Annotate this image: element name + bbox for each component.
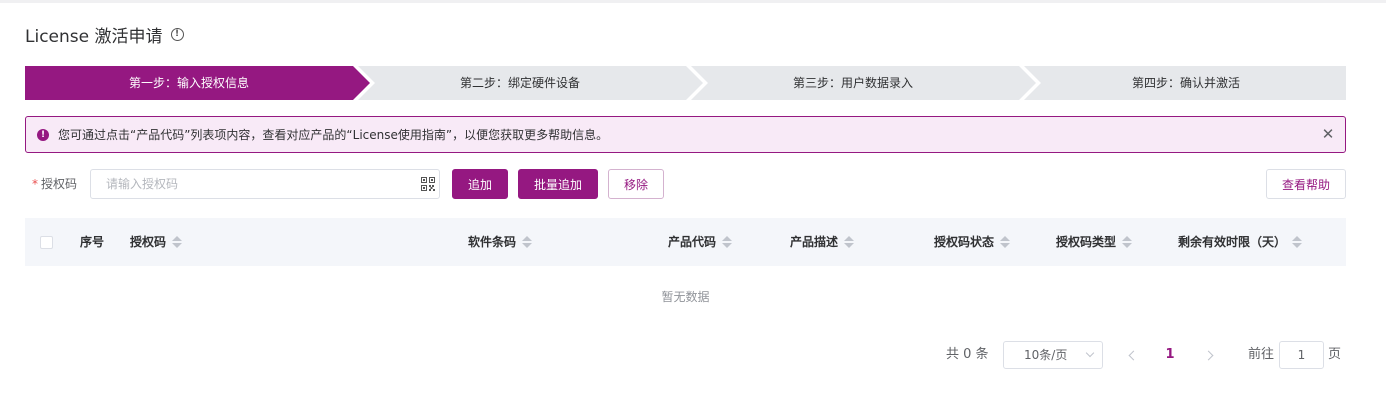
sort-icon[interactable] (722, 236, 733, 248)
required-mark: * (32, 177, 38, 191)
table-empty-text: 暂无数据 (25, 266, 1346, 328)
step-progress-bar: 第一步：输入授权信息 第二步：绑定硬件设备 第三步：用户数据录入 第四步：确认并… (25, 66, 1346, 100)
col-remaining-days-label: 剩余有效时限（天） (1178, 235, 1287, 249)
top-divider (0, 0, 1386, 3)
col-index-label: 序号 (80, 235, 105, 249)
prev-page-button[interactable] (1122, 341, 1142, 369)
close-icon[interactable]: ✕ (1320, 126, 1336, 142)
step-2: 第二步：绑定硬件设备 (459, 76, 580, 90)
exclamation-circle-icon: ! (37, 128, 49, 141)
col-product-code[interactable]: 产品代码 (668, 218, 733, 266)
qr-code-icon[interactable] (421, 177, 435, 191)
col-product-code-label: 产品代码 (668, 235, 717, 249)
page-title-text: License 激活申请 (25, 26, 163, 47)
goto-label: 前往 (1248, 347, 1275, 362)
col-index: 序号 (80, 218, 104, 266)
col-software-barcode[interactable]: 软件条码 (468, 218, 533, 266)
col-auth-type-label: 授权码类型 (1056, 235, 1117, 249)
chevron-left-icon (1128, 350, 1139, 360)
col-auth-code-label: 授权码 (130, 235, 167, 249)
goto-page-input[interactable] (1279, 341, 1324, 369)
page-title: License 激活申请 ! (25, 22, 184, 47)
col-auth-type[interactable]: 授权码类型 (1056, 218, 1133, 266)
page-size-value: 10条/页 (1024, 348, 1068, 362)
sort-icon[interactable] (1000, 236, 1011, 248)
select-all-checkbox[interactable] (40, 236, 53, 249)
info-circle-icon[interactable]: ! (170, 27, 184, 41)
remove-button[interactable]: 移除 (608, 169, 664, 199)
add-button[interactable]: 追加 (452, 169, 508, 199)
batch-add-button[interactable]: 批量追加 (518, 169, 598, 199)
step-3: 第三步：用户数据录入 (792, 76, 913, 90)
sort-icon[interactable] (844, 236, 855, 248)
sort-icon[interactable] (522, 236, 533, 248)
pagination-total: 共 0 条 (946, 347, 989, 362)
col-product-desc[interactable]: 产品描述 (790, 218, 855, 266)
auth-code-table: 序号 授权码 软件条码 产品代码 产品描述 授权码状态 授权码类型 剩余有效时限… (25, 218, 1346, 328)
sort-icon[interactable] (1122, 236, 1133, 248)
page-size-select[interactable]: 10条/页 (1003, 341, 1103, 369)
auth-code-input[interactable] (90, 169, 440, 199)
sort-icon[interactable] (1292, 236, 1303, 248)
sort-icon[interactable] (172, 236, 183, 248)
auth-code-form: *授权码 追加 批量追加 移除 查看帮助 (25, 169, 1346, 199)
page-unit-label: 页 (1328, 347, 1342, 362)
step-1: 第一步：输入授权信息 (128, 76, 249, 90)
table-header: 序号 授权码 软件条码 产品代码 产品描述 授权码状态 授权码类型 剩余有效时限… (25, 218, 1346, 266)
col-software-barcode-label: 软件条码 (468, 235, 517, 249)
col-auth-code[interactable]: 授权码 (130, 218, 183, 266)
col-auth-status[interactable]: 授权码状态 (934, 218, 1011, 266)
chevron-down-icon (1085, 348, 1095, 358)
auth-code-label: * 授权码 (32, 169, 77, 199)
col-remaining-days[interactable]: 剩余有效时限（天） (1178, 218, 1303, 266)
step-4: 第四步：确认并激活 (1131, 76, 1240, 90)
info-alert: ! 您可通过点击“产品代码”列表项内容，查看对应产品的“License使用指南”… (25, 116, 1346, 153)
alert-message: 您可通过点击“产品代码”列表项内容，查看对应产品的“License使用指南”，以… (58, 128, 609, 142)
next-page-button[interactable] (1200, 341, 1220, 369)
page-number-current[interactable]: 1 (1160, 341, 1180, 369)
chevron-right-icon (1203, 350, 1214, 360)
auth-code-label-text: 授权码 (41, 177, 78, 191)
col-product-desc-label: 产品描述 (790, 235, 839, 249)
col-auth-status-label: 授权码状态 (934, 235, 995, 249)
help-button[interactable]: 查看帮助 (1266, 169, 1346, 199)
